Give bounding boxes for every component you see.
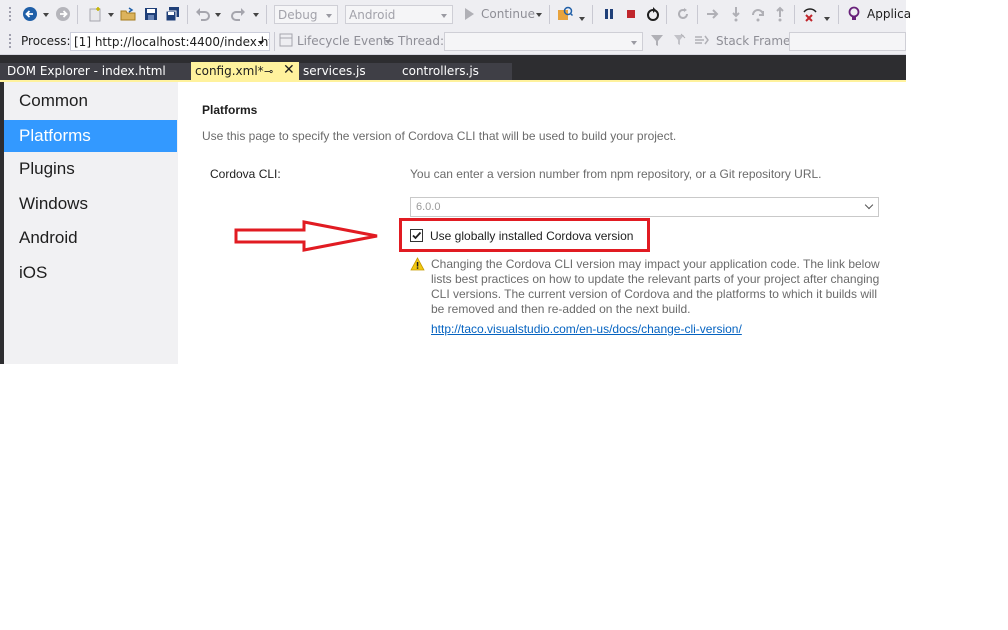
pause-icon[interactable]	[600, 5, 618, 23]
sidebar-item-common[interactable]: Common	[4, 85, 177, 117]
toolbar-grip[interactable]	[8, 6, 12, 23]
sidebar-item-android[interactable]: Android	[4, 222, 177, 254]
save-all-icon[interactable]	[164, 5, 182, 23]
tab-label: controllers.js	[402, 64, 479, 78]
annotation-arrow	[234, 220, 378, 252]
sidebar-item-label: iOS	[19, 263, 48, 282]
warning-line-4: be removed and then re-added on the next…	[431, 302, 691, 316]
toolbar-grip[interactable]	[8, 33, 12, 50]
save-icon[interactable]	[142, 5, 160, 23]
checkmark-icon	[412, 231, 422, 240]
close-icon[interactable]: ✕	[283, 61, 295, 80]
sidebar-item-platforms[interactable]: Platforms	[4, 120, 177, 152]
undo-dropdown-icon[interactable]	[215, 13, 221, 17]
stack-frame-icon	[694, 33, 710, 47]
redo-dropdown-icon[interactable]	[253, 13, 259, 17]
step-over-icon[interactable]	[749, 5, 767, 23]
sidebar-item-label: Plugins	[19, 159, 75, 178]
stop-icon[interactable]	[622, 5, 640, 23]
tab-services-js[interactable]: services.js	[299, 63, 385, 80]
debug-location-toolbar: Process: [1] http://localhost:4400/index…	[0, 29, 906, 55]
continue-dropdown-icon[interactable]	[536, 13, 542, 17]
tab-config-xml[interactable]: config.xml* ⊸ ✕	[191, 62, 299, 81]
debug-toolbar: Debug Android Continue Applica	[0, 0, 911, 29]
lifecycle-dropdown-icon[interactable]	[385, 40, 391, 44]
stack-frame-combo[interactable]	[789, 32, 906, 51]
configuration-combo[interactable]: Debug	[274, 5, 338, 24]
restart-icon[interactable]	[644, 5, 662, 23]
open-folder-icon[interactable]	[119, 5, 137, 23]
refresh-icon[interactable]	[674, 5, 692, 23]
forward-icon[interactable]	[54, 5, 72, 23]
filter-icon[interactable]	[650, 33, 664, 47]
tab-controllers-js[interactable]: controllers.js	[385, 63, 512, 80]
undo-icon[interactable]	[194, 5, 212, 23]
page-title: Platforms	[202, 103, 258, 117]
cordova-cli-hint: You can enter a version number from npm …	[410, 167, 822, 181]
new-dropdown-icon[interactable]	[108, 13, 114, 17]
sidebar-item-label: Platforms	[19, 126, 91, 145]
show-next-statement-icon[interactable]	[704, 5, 722, 23]
stack-frame-label: Stack Frame:	[716, 34, 795, 48]
sidebar-item-label: Android	[19, 228, 78, 247]
lifecycle-events-button[interactable]: Lifecycle Events	[297, 34, 394, 48]
warning-icon	[410, 257, 425, 271]
warning-line-3: CLI versions. The current version of Cor…	[431, 287, 877, 301]
pin-icon[interactable]: ⊸	[264, 62, 273, 81]
sidebar-item-ios[interactable]: iOS	[4, 257, 177, 289]
warning-line-1: Changing the Cordova CLI version may imp…	[431, 257, 880, 271]
new-project-icon[interactable]	[86, 5, 104, 23]
tab-label: services.js	[303, 64, 366, 78]
tab-label: config.xml*	[195, 64, 264, 78]
process-combo[interactable]: [1] http://localhost:4400/index.htm	[70, 32, 270, 51]
application-insights-label[interactable]: Applica	[867, 7, 911, 21]
page-description: Use this page to specify the version of …	[202, 129, 677, 143]
thread-combo[interactable]	[444, 32, 643, 51]
cordova-version-combo[interactable]: 6.0.0	[410, 197, 879, 217]
play-icon[interactable]	[460, 5, 478, 23]
browser-link-icon[interactable]	[556, 5, 574, 23]
lightbulb-icon[interactable]	[845, 5, 863, 23]
exceptions-dropdown-icon[interactable]	[824, 17, 830, 21]
tab-dom-explorer[interactable]: DOM Explorer - index.html	[0, 63, 191, 80]
cordova-version-value: 6.0.0	[416, 201, 441, 213]
thread-label: Thread:	[398, 34, 445, 48]
tab-label: DOM Explorer - index.html	[7, 64, 166, 78]
step-out-icon[interactable]	[771, 5, 789, 23]
sidebar-item-windows[interactable]: Windows	[4, 188, 177, 220]
sidebar-item-label: Windows	[19, 194, 88, 213]
continue-button[interactable]: Continue	[481, 7, 535, 21]
back-dropdown-icon[interactable]	[43, 13, 49, 17]
flag-threads-icon[interactable]	[672, 33, 686, 47]
redo-icon[interactable]	[229, 5, 247, 23]
configuration-value: Debug	[278, 8, 318, 22]
platform-value: Android	[349, 8, 396, 22]
back-icon[interactable]	[21, 5, 39, 23]
exceptions-icon[interactable]	[801, 5, 819, 23]
process-label: Process:	[21, 34, 71, 48]
step-into-icon[interactable]	[727, 5, 745, 23]
browser-link-dropdown-icon[interactable]	[579, 17, 585, 21]
cordova-cli-label: Cordova CLI:	[210, 167, 281, 181]
sidebar-item-plugins[interactable]: Plugins	[4, 153, 177, 185]
use-global-cordova-label[interactable]: Use globally installed Cordova version	[430, 229, 633, 243]
process-value: [1] http://localhost:4400/index.htm	[74, 35, 270, 49]
chevron-down-icon[interactable]	[864, 200, 874, 210]
lifecycle-icon	[279, 33, 293, 47]
sidebar-item-label: Common	[19, 91, 88, 110]
warning-line-2: lists best practices on how to update th…	[431, 272, 880, 286]
change-cli-version-link[interactable]: http://taco.visualstudio.com/en-us/docs/…	[431, 322, 742, 336]
platform-combo[interactable]: Android	[345, 5, 453, 24]
use-global-cordova-checkbox[interactable]	[410, 229, 423, 242]
